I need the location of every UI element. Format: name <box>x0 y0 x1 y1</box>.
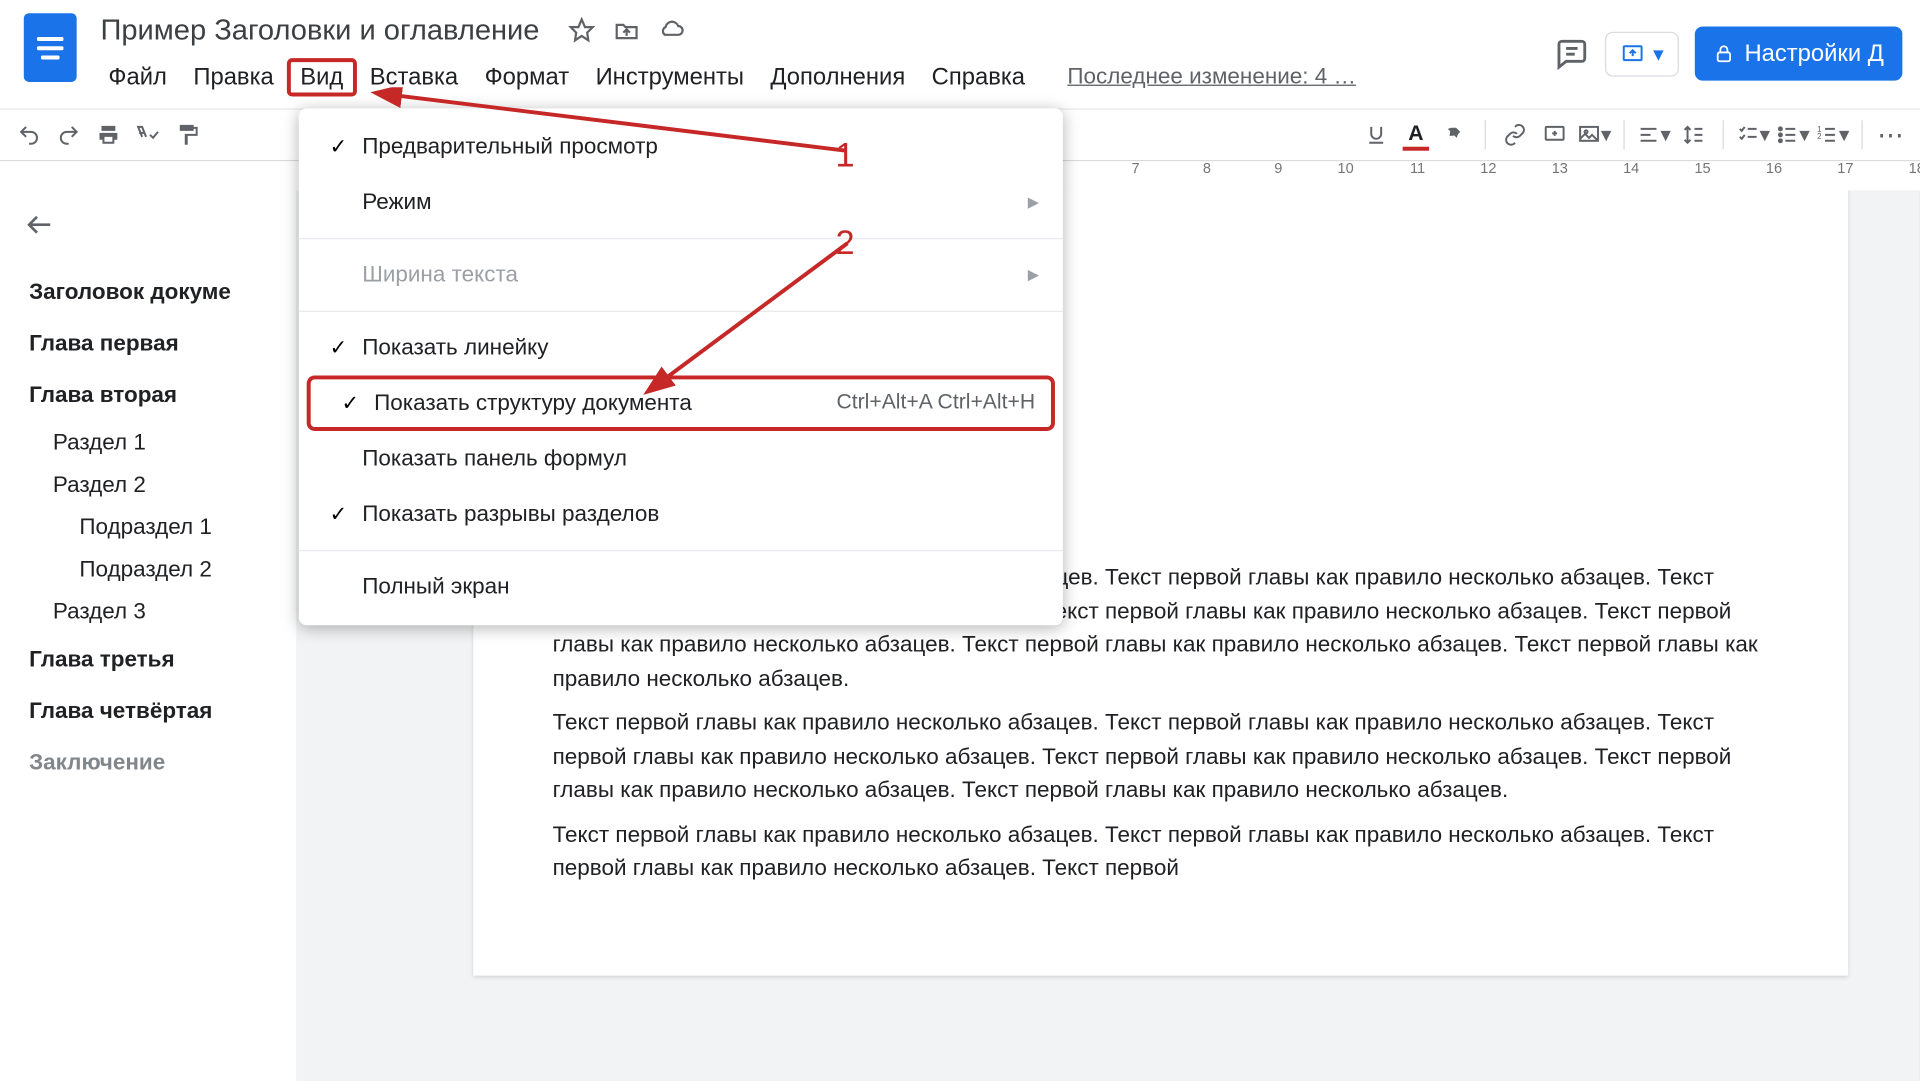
star-icon[interactable] <box>569 17 595 43</box>
back-arrow-icon[interactable] <box>24 209 56 247</box>
align-button[interactable]: ▾ <box>1635 116 1672 153</box>
paragraph: Текст первой главы как правило несколько… <box>553 706 1769 807</box>
move-icon[interactable] <box>614 17 640 43</box>
menu-item[interactable]: ✓Показать разрывы разделов <box>299 486 1063 542</box>
document-title[interactable]: Пример Заголовки и оглавление <box>95 13 545 47</box>
outline-item[interactable]: Подраздел 2 <box>24 548 299 590</box>
print-button[interactable] <box>90 116 127 153</box>
menu-вид[interactable]: Вид <box>287 58 357 96</box>
title-icons <box>569 17 685 43</box>
top-right-actions: ▾ Настройки Д <box>1554 26 1902 80</box>
outline-item[interactable]: Раздел 2 <box>24 463 299 505</box>
outline-item[interactable]: Заголовок докуме <box>24 266 299 318</box>
window: Пример Заголовки и оглавление ФайлПравка… <box>0 0 1920 1081</box>
share-button[interactable]: Настройки Д <box>1694 26 1902 80</box>
comments-icon[interactable] <box>1554 36 1588 70</box>
last-edit-link[interactable]: Последнее изменение: 4 … <box>1054 58 1369 95</box>
checklist-button[interactable]: ▾ <box>1734 116 1771 153</box>
outline-item[interactable]: Раздел 1 <box>24 421 299 463</box>
spellcheck-button[interactable] <box>130 116 167 153</box>
outline-item[interactable]: Глава первая <box>24 318 299 370</box>
bulleted-list-button[interactable]: ▾ <box>1774 116 1811 153</box>
annotation-arrow-2 <box>642 235 880 407</box>
outline-item[interactable]: Подраздел 1 <box>24 506 299 548</box>
present-button[interactable]: ▾ <box>1604 31 1678 76</box>
link-button[interactable] <box>1497 116 1534 153</box>
menu-item[interactable]: Показать панель форм​ул <box>299 431 1063 487</box>
menu-справка[interactable]: Справка <box>918 58 1038 96</box>
text-color-button[interactable]: A <box>1397 116 1434 153</box>
underline-button[interactable] <box>1358 116 1395 153</box>
outline-item[interactable]: Глава четвёртая <box>24 684 299 736</box>
menu-правка[interactable]: Правка <box>180 58 287 96</box>
highlight-button[interactable] <box>1437 116 1474 153</box>
paint-format-button[interactable] <box>169 116 206 153</box>
outline-item[interactable]: Глава вторая <box>24 369 299 421</box>
undo-button[interactable] <box>11 116 48 153</box>
menu-item[interactable]: Режим▸ <box>299 175 1063 231</box>
svg-text:2: 2 <box>1817 132 1821 141</box>
outline-pane: Заголовок докумеГлава перваяГлава вторая… <box>0 190 299 1081</box>
annotation-arrow-1 <box>370 87 872 180</box>
comment-button[interactable] <box>1536 116 1573 153</box>
outline-item[interactable]: Заключение <box>24 736 299 788</box>
image-button[interactable]: ▾ <box>1576 116 1613 153</box>
docs-logo-icon[interactable] <box>24 13 77 82</box>
paragraph: Текст первой главы как правило несколько… <box>553 818 1769 885</box>
cloud-icon[interactable] <box>658 17 684 43</box>
numbered-list-button[interactable]: 12▾ <box>1814 116 1851 153</box>
menu-файл[interactable]: Файл <box>95 58 180 96</box>
outline-item[interactable]: Глава третья <box>24 633 299 685</box>
more-button[interactable]: ⋯ <box>1873 116 1910 153</box>
titlebar: Пример Заголовки и оглавление ФайлПравка… <box>0 0 1920 108</box>
menu-item[interactable]: Полный экран <box>299 559 1063 615</box>
redo-button[interactable] <box>50 116 87 153</box>
outline-item[interactable]: Раздел 3 <box>24 590 299 632</box>
line-spacing-button[interactable] <box>1675 116 1712 153</box>
